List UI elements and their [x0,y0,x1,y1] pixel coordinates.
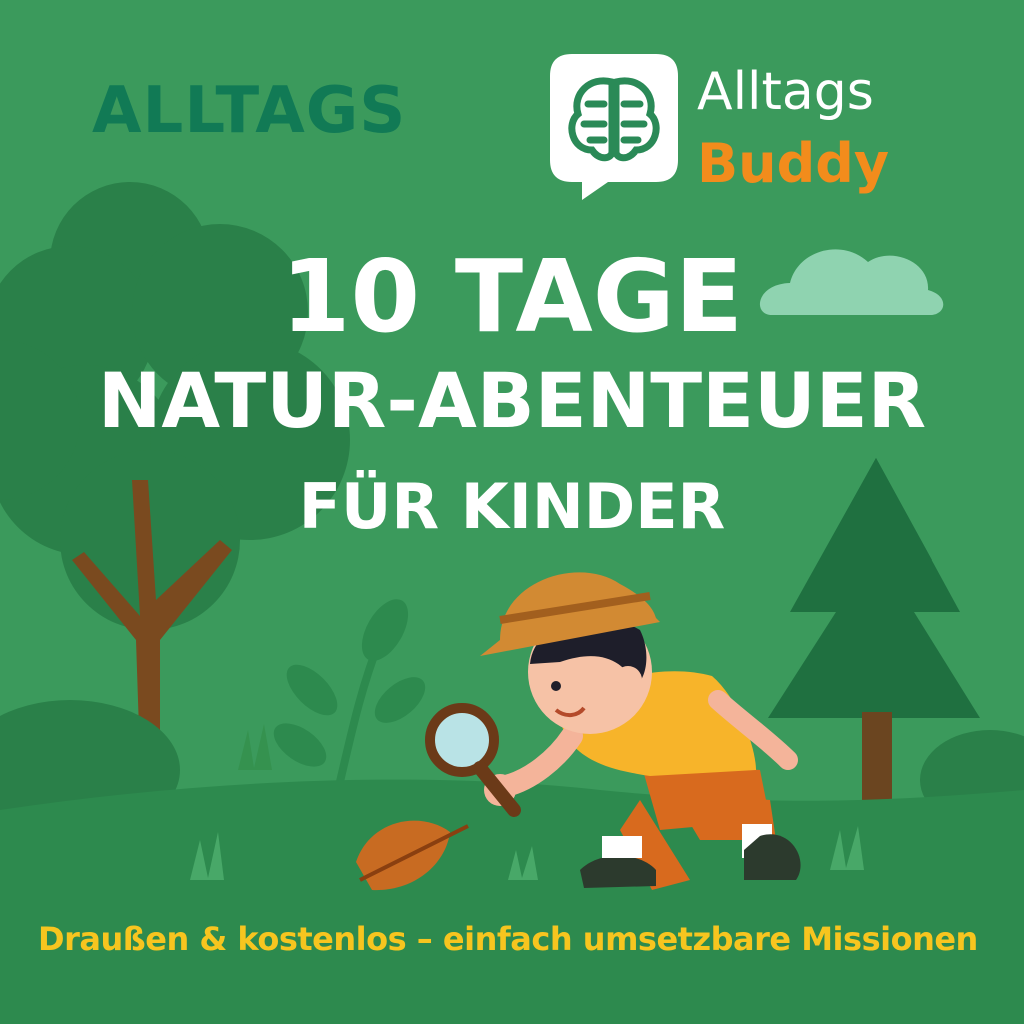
brand-wordmark: ALLTAGS [92,74,407,148]
tagline: Draußen & kostenlos – einfach umsetzbare… [38,920,978,958]
leafy-plant [273,599,426,791]
logo-text-alltags: Alltags [697,62,874,122]
headline-line-3: FÜR KINDER [298,470,726,543]
logo-text-buddy: Buddy [697,132,890,195]
poster: ALLTAGS Alltags Buddy 10 TAGE NATUR-ABEN… [0,0,1024,1024]
headline-line-1: 10 TAGE [280,238,744,355]
headline-line-2: NATUR-ABENTEUER [97,356,927,445]
brain-speech-bubble-icon [550,54,678,200]
